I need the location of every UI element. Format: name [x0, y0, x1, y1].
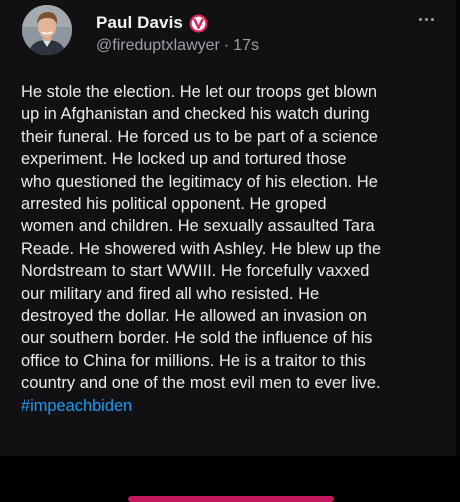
avatar[interactable]	[22, 5, 72, 55]
bottom-action-pill[interactable]	[128, 496, 334, 502]
post-text-line: He stole the election. He let our troops…	[21, 83, 378, 101]
post-text-line: experiment. He locked up and tortured th…	[21, 150, 347, 169]
window-edge	[456, 0, 460, 456]
hashtag-link[interactable]: #impeachbiden	[21, 395, 445, 417]
post-text-line: arrested his political opponent. He grop…	[21, 195, 327, 214]
post-text-line: Nordstream to start WWIII. He forcefully…	[21, 262, 370, 281]
post-text-line: our military and fired all who resisted.…	[21, 284, 320, 303]
more-horizontal-icon[interactable]	[412, 10, 440, 28]
post-text: He stole the election. He let our troops…	[21, 81, 445, 417]
post-text-line: office to China for millions. He is a tr…	[21, 351, 366, 370]
author-display-name[interactable]: Paul Davis	[96, 13, 183, 33]
meta-separator: ·	[223, 37, 230, 54]
post-timestamp[interactable]: 17s	[233, 37, 259, 55]
author-handle[interactable]: @fireduptxlawyer	[96, 37, 220, 55]
post-text-line: destroyed the dollar. He allowed an inva…	[21, 307, 367, 326]
author-name-row[interactable]: Paul Davis	[96, 12, 208, 34]
post-text-line: their funeral. He forced us to be part o…	[21, 127, 378, 146]
author-meta: @fireduptxlawyer · 17s	[96, 37, 259, 55]
post-text-line: up in Afghanistan and checked his watch …	[21, 105, 370, 124]
post-text-line: country and one of the most evil men to …	[21, 374, 381, 393]
post-text-line: who questioned the legitimacy of his ele…	[21, 172, 378, 191]
post-text-line: our southern border. He sold the influen…	[21, 329, 373, 348]
post-text-line: women and children. He sexually assaulte…	[21, 217, 375, 236]
bottom-bar	[0, 456, 460, 500]
verified-badge-icon	[189, 13, 208, 33]
post-text-line: Reade. He showered with Ashley. He blew …	[21, 239, 382, 258]
post-card: Paul Davis @fireduptxlawyer · 17s He sto…	[0, 0, 457, 456]
profile-photo-icon	[22, 5, 72, 55]
